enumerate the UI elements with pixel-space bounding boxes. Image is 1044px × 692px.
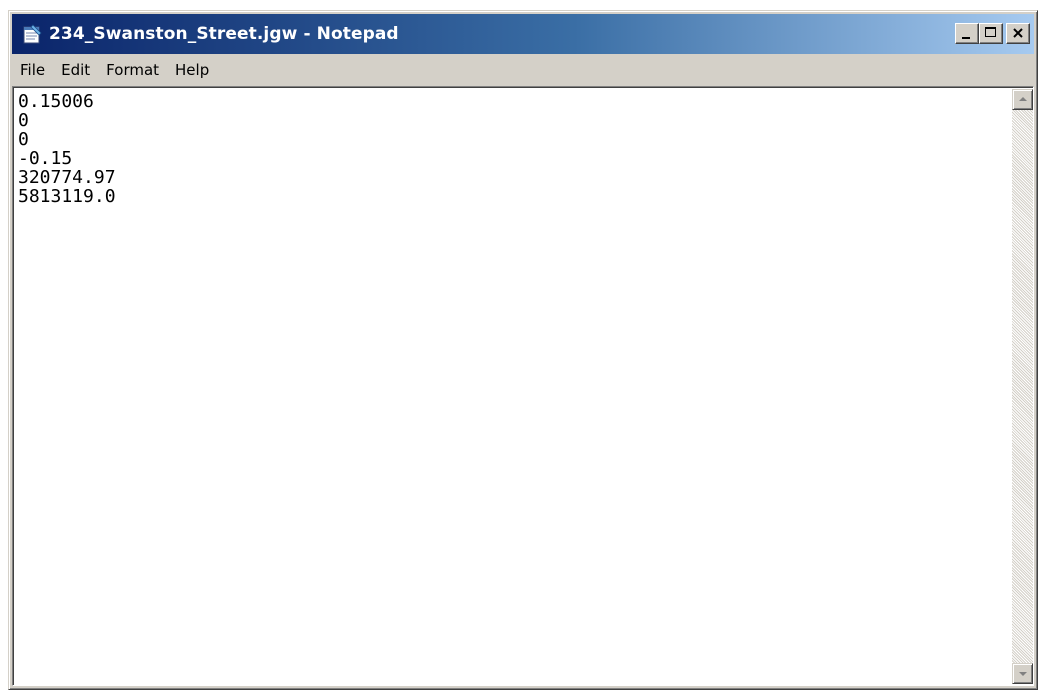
- notepad-window: 234_Swanston_Street.jgw - Notepad File E…: [8, 10, 1038, 690]
- editor-frame: 0.15006 0 0 -0.15 320774.97 5813119.0: [12, 86, 1034, 686]
- scroll-up-button[interactable]: [1012, 89, 1033, 110]
- caption-buttons: [955, 23, 1030, 44]
- minimize-icon: [962, 37, 970, 39]
- notepad-icon[interactable]: [21, 23, 43, 45]
- maximize-button[interactable]: [979, 23, 1003, 44]
- scroll-down-button[interactable]: [1012, 663, 1033, 684]
- scroll-down-arrow-icon: [1019, 672, 1027, 676]
- text-editor[interactable]: 0.15006 0 0 -0.15 320774.97 5813119.0: [15, 89, 1011, 684]
- text-line: 5813119.0: [18, 186, 116, 207]
- maximize-icon: [985, 27, 996, 37]
- close-button[interactable]: [1006, 23, 1030, 44]
- text-line: 0.15006: [18, 91, 94, 112]
- title-bar[interactable]: 234_Swanston_Street.jgw - Notepad: [12, 14, 1034, 54]
- scroll-up-arrow-icon: [1019, 97, 1027, 101]
- vertical-scrollbar[interactable]: [1012, 89, 1033, 684]
- text-line: 0: [18, 110, 29, 131]
- menu-file[interactable]: File: [12, 59, 53, 81]
- window-title: 234_Swanston_Street.jgw - Notepad: [49, 24, 399, 44]
- close-icon: [1013, 28, 1023, 38]
- menu-bar: File Edit Format Help: [12, 56, 1034, 84]
- text-line: 320774.97: [18, 167, 116, 188]
- menu-help[interactable]: Help: [167, 59, 217, 81]
- text-line: -0.15: [18, 148, 73, 169]
- minimize-button[interactable]: [955, 23, 979, 44]
- menu-format[interactable]: Format: [98, 59, 167, 81]
- menu-edit[interactable]: Edit: [53, 59, 98, 81]
- text-line: 0: [18, 129, 29, 150]
